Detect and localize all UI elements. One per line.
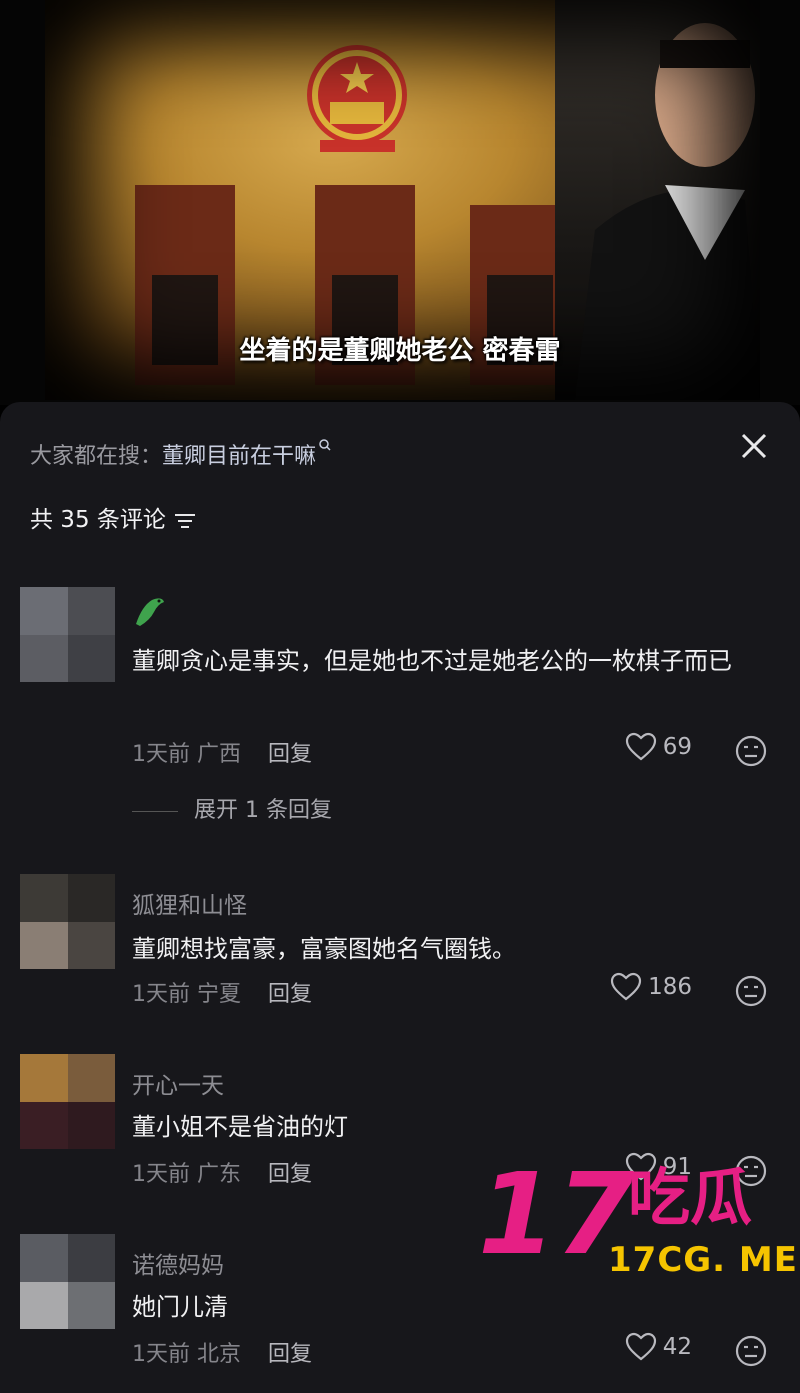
comment-time: 1天前 (132, 982, 190, 1007)
comment-count-label: 共 35 条评论 (30, 507, 166, 533)
comment-item: 董卿贪心是事实，但是她也不过是她老公的一枚棋子而已 1天前 广西 回复 69 展… (0, 582, 800, 824)
search-suggestion[interactable]: 大家都在搜：董卿目前在干嘛 (30, 438, 332, 470)
heart-icon (625, 1332, 656, 1361)
video-player[interactable]: 坐着的是董卿她老公 密春雷 (0, 0, 800, 405)
comment-text: 她门儿清 (132, 1293, 228, 1321)
reply-button[interactable]: 回复 (268, 1162, 312, 1187)
watermark-url: 17CG. ME (608, 1240, 798, 1280)
watermark-name: 吃瓜 (628, 1161, 753, 1234)
comment-count: 共 35 条评论 (30, 500, 196, 534)
like-count: 69 (662, 734, 692, 760)
comment-meta: 1天前 宁夏 回复 (132, 976, 312, 1008)
username[interactable]: 诺德妈妈 (132, 1246, 224, 1280)
avatar[interactable] (20, 587, 115, 682)
comment-time: 1天前 (132, 742, 190, 767)
like-count: 186 (648, 974, 692, 1000)
like-count: 42 (662, 1334, 692, 1360)
comment-item: 狐狸和山怪 董卿想找富豪，富豪图她名气圈钱。 1天前 宁夏 回复 186 (0, 872, 800, 1022)
username[interactable]: 狐狸和山怪 (132, 886, 247, 920)
sort-icon[interactable] (174, 512, 196, 530)
comment-location: 北京 (197, 1342, 242, 1367)
comment-meta: 1天前 北京 回复 (132, 1336, 312, 1368)
comment-meta: 1天前 广西 回复 (132, 736, 312, 768)
comment-meta: 1天前 广东 回复 (132, 1156, 312, 1188)
expand-replies-button[interactable]: 展开 1 条回复 (132, 792, 332, 824)
search-term[interactable]: 董卿目前在干嘛 (162, 444, 316, 469)
emoji-icon[interactable] (734, 734, 768, 768)
avatar[interactable] (20, 874, 115, 969)
comment-text: 董小姐不是省油的灯 (132, 1113, 348, 1141)
comment-text: 董卿想找富豪，富豪图她名气圈钱。 (132, 935, 516, 963)
username[interactable]: 开心一天 (132, 1066, 224, 1100)
heart-icon (610, 972, 642, 1001)
divider-line (132, 810, 178, 812)
like-button[interactable]: 69 (625, 732, 692, 762)
expand-label: 展开 1 条回复 (194, 798, 332, 823)
watermark-logo: 17 吃瓜 17CG. ME (478, 1159, 800, 1290)
reply-button[interactable]: 回复 (268, 1342, 312, 1367)
like-button[interactable]: 186 (610, 972, 692, 1002)
comment-time: 1天前 (132, 1342, 190, 1367)
search-prefix: 大家都在搜： (30, 444, 163, 469)
crocodile-icon (136, 598, 164, 626)
close-icon[interactable] (738, 430, 770, 462)
emoji-icon[interactable] (734, 974, 768, 1008)
avatar[interactable] (20, 1234, 115, 1329)
search-icon (319, 439, 331, 451)
video-caption: 坐着的是董卿她老公 密春雷 (239, 336, 561, 366)
avatar[interactable] (20, 1054, 115, 1149)
comment-location: 宁夏 (197, 982, 242, 1007)
reply-button[interactable]: 回复 (268, 742, 312, 767)
comment-location: 广西 (197, 742, 242, 767)
emoji-icon[interactable] (734, 1334, 768, 1368)
like-button[interactable]: 42 (625, 1332, 692, 1362)
comment-location: 广东 (197, 1162, 242, 1187)
reply-button[interactable]: 回复 (268, 982, 312, 1007)
comment-text: 董卿贪心是事实，但是她也不过是她老公的一枚棋子而已 (132, 647, 732, 675)
heart-icon (625, 732, 656, 761)
comment-time: 1天前 (132, 1162, 190, 1187)
